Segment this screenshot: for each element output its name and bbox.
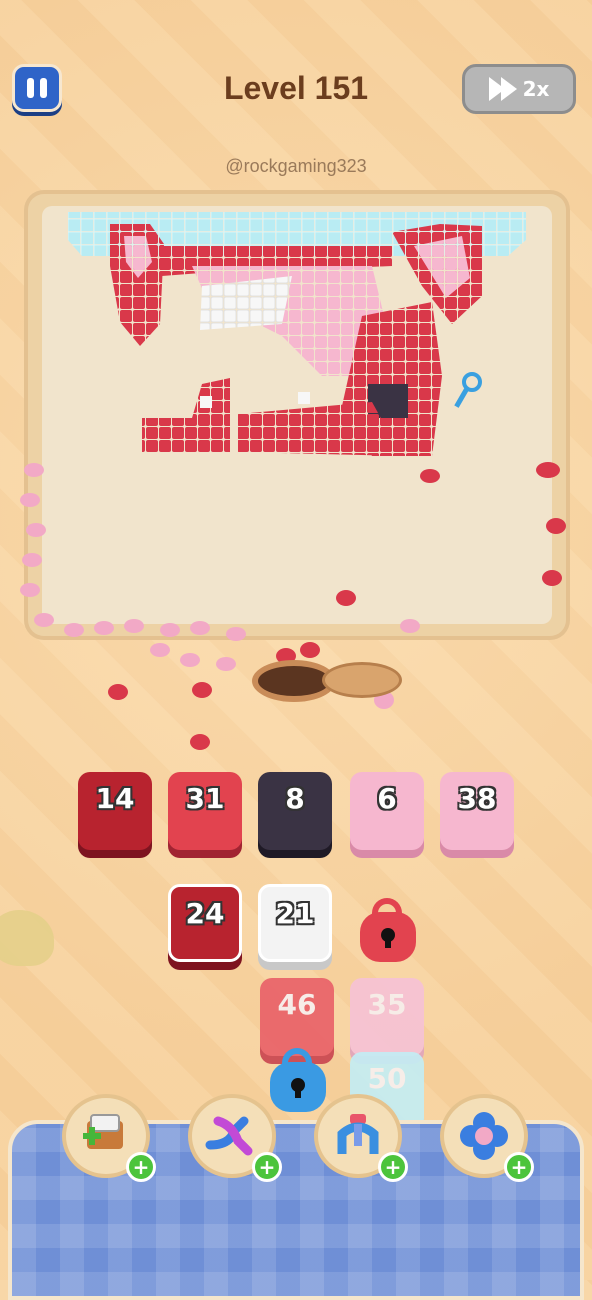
- tile-35: 35: [350, 978, 424, 1056]
- streamer-handle: @rockgaming323: [225, 156, 367, 176]
- box-plus-icon: [83, 1114, 123, 1149]
- key-icon: [454, 372, 482, 408]
- tile-46: 46: [260, 978, 334, 1056]
- white-dot-2: [298, 392, 310, 404]
- magnet-booster[interactable]: +: [314, 1094, 408, 1182]
- tile-38[interactable]: 38: [440, 772, 514, 850]
- tile-24[interactable]: 24: [168, 884, 242, 962]
- red-lock-icon: [360, 898, 416, 962]
- white-dot-1: [200, 396, 212, 408]
- speed-button[interactable]: 2x: [462, 64, 576, 114]
- fast-forward-icon: [488, 77, 517, 101]
- tile-31[interactable]: 31: [168, 772, 242, 850]
- tile-6[interactable]: 6: [350, 772, 424, 850]
- magnet-plus-icon[interactable]: +: [378, 1152, 408, 1182]
- flower-plus-icon[interactable]: +: [504, 1152, 534, 1182]
- tile-14[interactable]: 14: [78, 772, 152, 850]
- tile-8[interactable]: 8: [258, 772, 332, 850]
- flower-booster[interactable]: +: [440, 1094, 534, 1182]
- blue-lock-icon: [270, 1048, 326, 1112]
- speed-label: 2x: [522, 77, 550, 101]
- ant-hole: [258, 666, 330, 696]
- magnet-icon: [337, 1114, 379, 1154]
- shuffle-plus-icon[interactable]: +: [252, 1152, 282, 1182]
- flower-icon: [460, 1112, 508, 1160]
- ant-swarm: [20, 462, 566, 750]
- add-slot-booster[interactable]: +: [62, 1094, 156, 1182]
- shuffle-booster[interactable]: +: [188, 1094, 282, 1182]
- add-booster-plus-icon[interactable]: +: [126, 1152, 156, 1182]
- shuffle-arrows-icon: [205, 1116, 253, 1156]
- tile-21[interactable]: 21: [258, 884, 332, 962]
- hole-cover: [322, 662, 402, 698]
